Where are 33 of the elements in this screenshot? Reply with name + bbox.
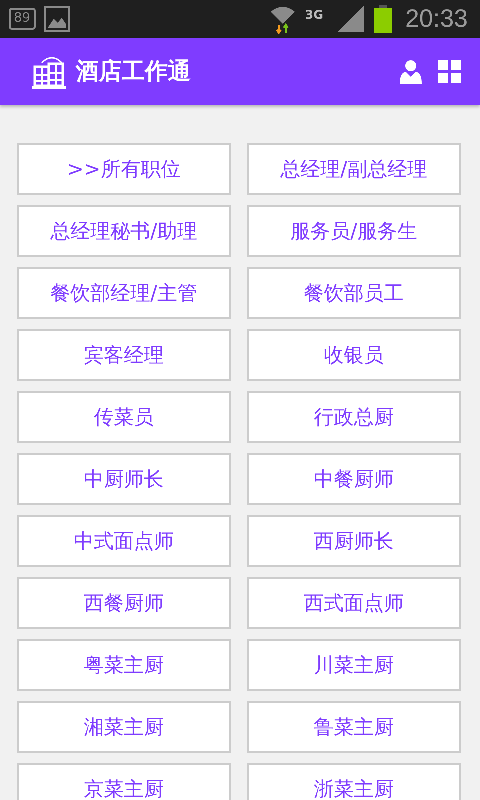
- position-button[interactable]: 湘菜主厨: [17, 701, 231, 753]
- position-button[interactable]: 行政总厨: [247, 391, 461, 443]
- position-button[interactable]: 传菜员: [17, 391, 231, 443]
- app-title: 酒店工作通: [76, 58, 191, 87]
- image-icon: [44, 6, 70, 32]
- position-button[interactable]: 粤菜主厨: [17, 639, 231, 691]
- position-button[interactable]: 川菜主厨: [247, 639, 461, 691]
- position-button[interactable]: 中式面点师: [17, 515, 231, 567]
- signal-icon: [337, 5, 366, 33]
- wifi-icon: [269, 4, 298, 34]
- position-button[interactable]: >>所有职位: [17, 143, 231, 195]
- position-button[interactable]: 餐饮部员工: [247, 267, 461, 319]
- position-button[interactable]: 总经理秘书/助理: [17, 205, 231, 257]
- battery-icon: [373, 5, 394, 33]
- position-button[interactable]: 中厨师长: [17, 453, 231, 505]
- position-button[interactable]: 收银员: [247, 329, 461, 381]
- grid-icon[interactable]: [438, 60, 462, 84]
- position-button[interactable]: 餐饮部经理/主管: [17, 267, 231, 319]
- position-button[interactable]: 西式面点师: [247, 577, 461, 629]
- hotel-building-icon: [32, 54, 68, 88]
- position-button[interactable]: 西厨师长: [247, 515, 461, 567]
- notification-count: 89: [9, 8, 36, 30]
- position-button[interactable]: 服务员/服务生: [247, 205, 461, 257]
- position-button[interactable]: 鲁菜主厨: [247, 701, 461, 753]
- position-button[interactable]: 西餐厨师: [17, 577, 231, 629]
- position-button[interactable]: 宾客经理: [17, 329, 231, 381]
- position-button[interactable]: 总经理/副总经理: [247, 143, 461, 195]
- position-button[interactable]: 京菜主厨: [17, 763, 231, 800]
- position-button[interactable]: 浙菜主厨: [247, 763, 461, 800]
- network-type: 3G: [305, 8, 324, 22]
- position-button[interactable]: 中餐厨师: [247, 453, 461, 505]
- user-icon[interactable]: [400, 60, 422, 84]
- clock: 20:33: [405, 4, 468, 34]
